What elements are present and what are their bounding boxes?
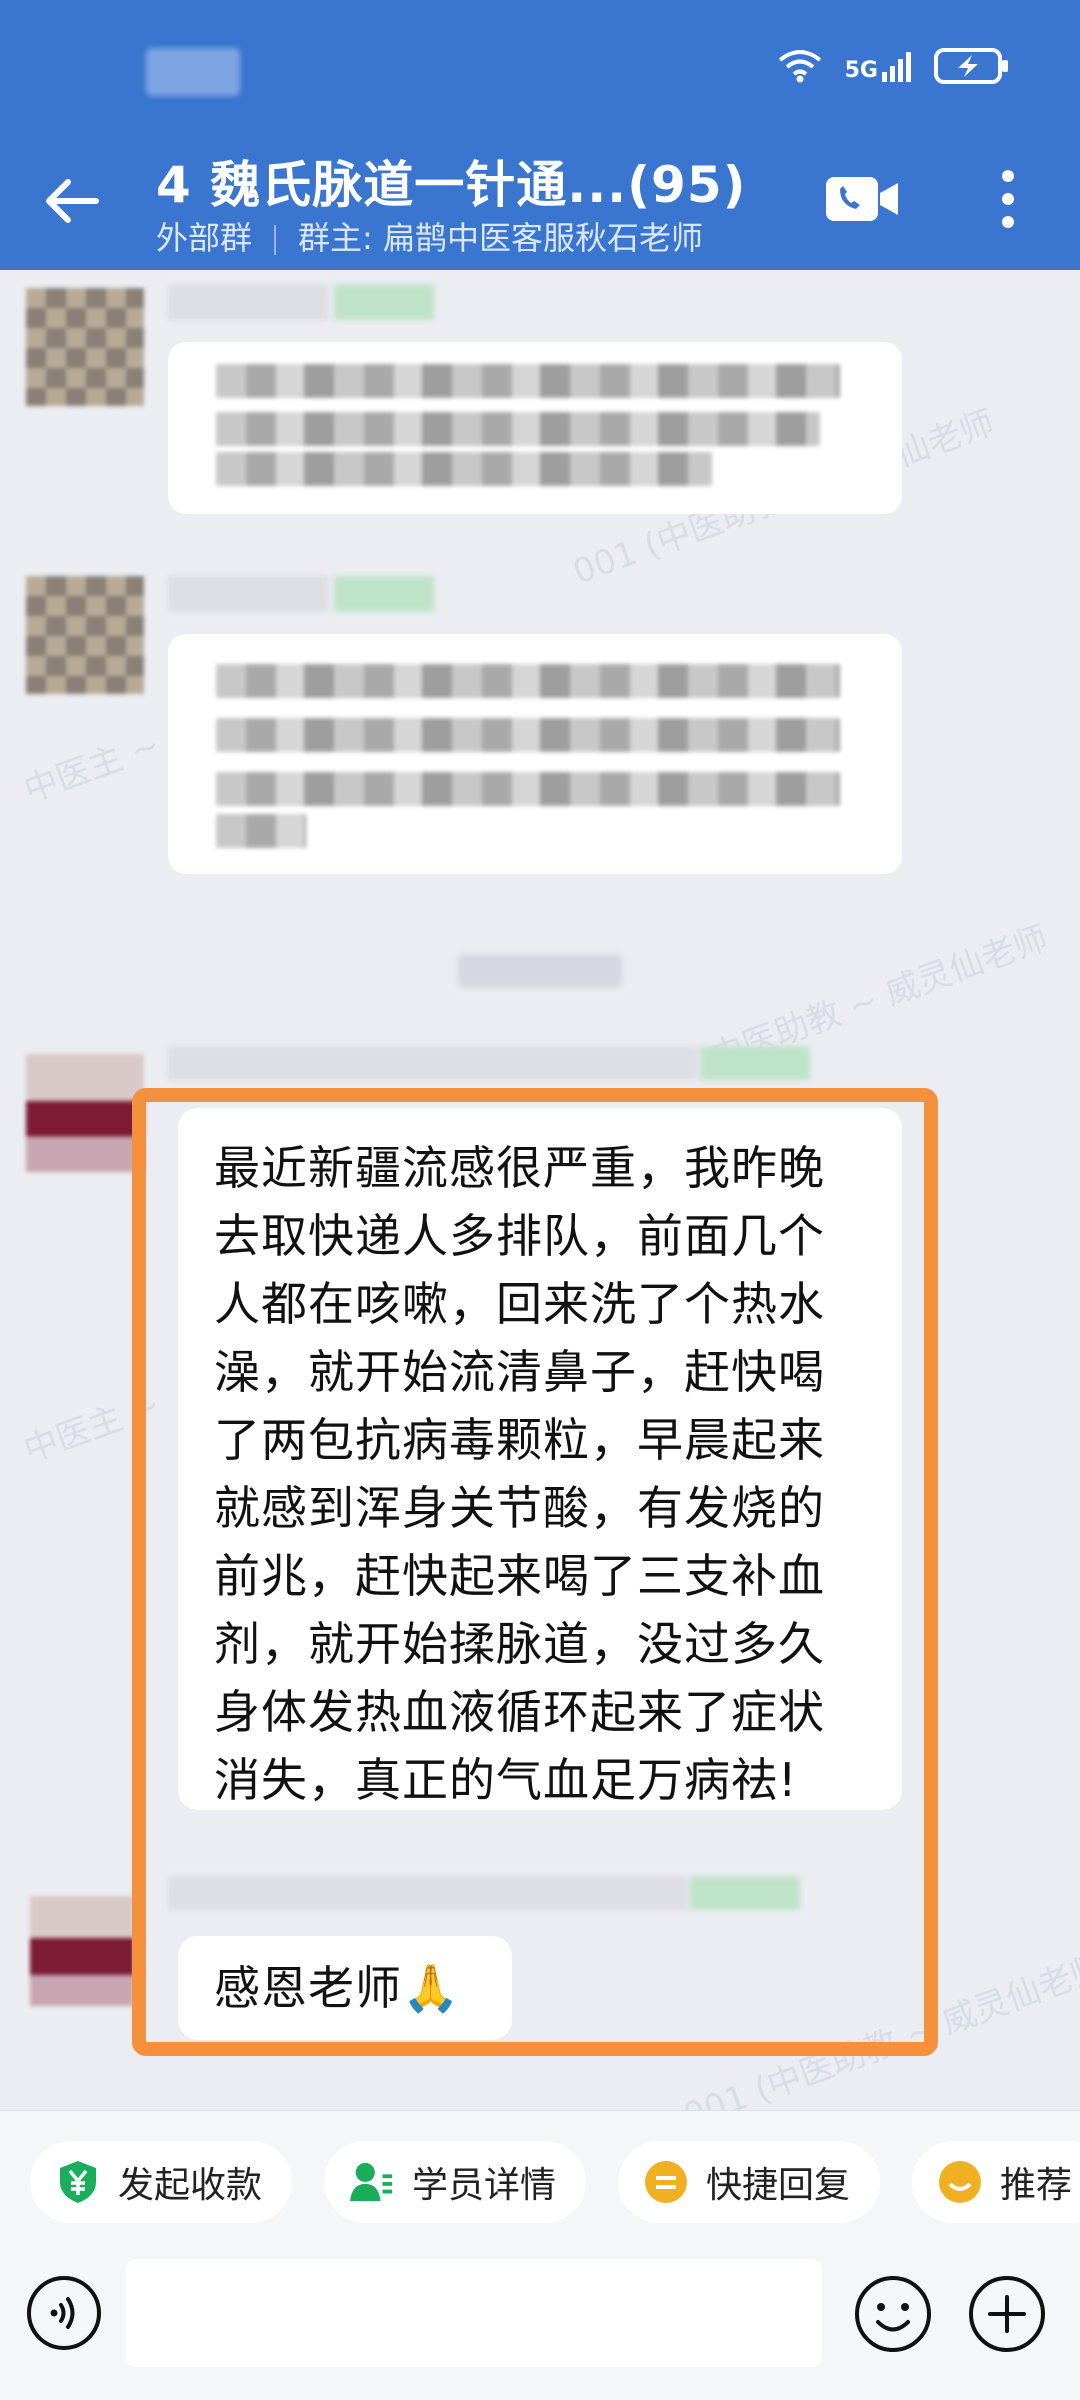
student-icon — [350, 2160, 394, 2204]
student-details-button[interactable]: 学员详情 — [324, 2141, 587, 2223]
signal-icon: 5G — [845, 50, 912, 82]
highlight-frame — [132, 1088, 938, 2056]
voice-input-icon[interactable] — [26, 2275, 102, 2351]
avatar[interactable] — [30, 1896, 134, 2006]
divider — [274, 225, 277, 255]
recommend-icon — [938, 2160, 982, 2204]
message-input[interactable] — [126, 2259, 822, 2367]
status-time-blurred — [146, 48, 240, 96]
chip-label: 发起收款 — [118, 2165, 263, 2206]
watermark: 中医主 ~ — [18, 724, 166, 811]
sender-tag-blurred — [334, 576, 434, 612]
group-owner: 群主: 扁鹊中医客服秋石老师 — [298, 219, 703, 257]
quick-reply-button[interactable]: 快捷回复 — [618, 2141, 881, 2223]
chip-label: 学员详情 — [412, 2165, 557, 2206]
more-options-icon[interactable] — [992, 168, 1024, 230]
sender-name-blurred — [168, 576, 328, 612]
back-arrow-icon[interactable] — [40, 170, 102, 232]
wifi-icon — [778, 50, 821, 83]
bottom-toolbar: 发起收款 学员详情 快捷回复 推荐 — [0, 2110, 1080, 2400]
network-type: 5G — [844, 58, 878, 83]
avatar[interactable] — [26, 576, 144, 694]
timestamp-blurred — [458, 954, 622, 988]
collect-payment-button[interactable]: 发起收款 — [30, 2141, 293, 2223]
plus-icon[interactable] — [968, 2275, 1046, 2353]
recommend-button[interactable]: 推荐 — [912, 2141, 1080, 2223]
chip-label: 推荐 — [1000, 2165, 1073, 2206]
external-group-tag: 外部群 — [156, 219, 253, 257]
battery-charging-icon — [934, 48, 1008, 84]
emoji-icon[interactable] — [854, 2275, 932, 2353]
sender-tag-blurred — [700, 1046, 810, 1080]
group-title[interactable]: 4 魏氏脉道一针通...(95) — [156, 145, 746, 217]
sender-name-blurred — [168, 1046, 698, 1080]
group-subtitle: 外部群 群主: 扁鹊中医客服秋石老师 — [156, 213, 703, 259]
avatar[interactable] — [26, 1054, 144, 1172]
video-call-icon[interactable] — [826, 175, 898, 223]
chip-label: 快捷回复 — [706, 2165, 851, 2206]
message-bubble[interactable] — [168, 342, 902, 514]
status-bar-icons: 5G — [777, 46, 1010, 86]
message-bubble[interactable] — [168, 634, 902, 874]
sender-tag-blurred — [334, 284, 434, 320]
yen-icon — [56, 2160, 100, 2204]
chat-header: 5G 4 魏氏脉道一针通...(95) 外部群 群主: 扁鹊中医客服秋石老师 — [0, 0, 1080, 270]
quick-reply-icon — [644, 2160, 688, 2204]
sender-name-blurred — [168, 284, 328, 320]
avatar[interactable] — [26, 288, 144, 406]
